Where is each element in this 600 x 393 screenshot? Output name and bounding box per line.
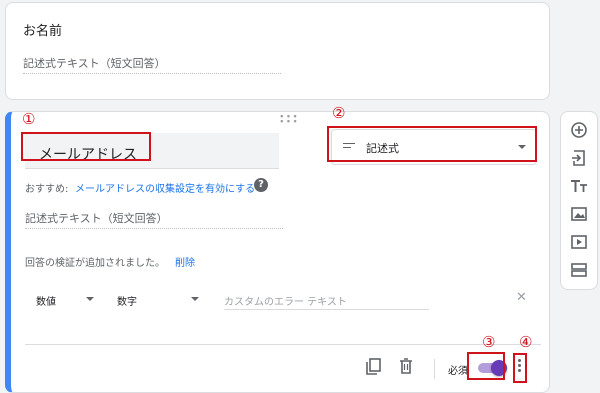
question-title[interactable]: お名前 [23,20,62,39]
enable-email-collection-link[interactable]: メールアドレスの収集設定を有効にする [75,180,255,195]
footer-divider [25,344,541,345]
chevron-down-icon [86,297,94,301]
annotation-box-3 [467,352,505,380]
short-answer-placeholder: 記述式テキスト（短文回答） [25,212,168,225]
duplicate-icon[interactable] [366,358,382,376]
annotation-number-1: ① [22,110,36,128]
add-video-icon[interactable] [570,233,588,251]
validation-added-message: 回答の検証が追加されました。 [25,258,165,269]
validation-condition-select[interactable]: 数字 [117,293,137,308]
add-image-icon[interactable] [570,205,588,223]
annotation-box-2 [327,126,537,162]
annotation-number-3: ③ [482,333,496,351]
trash-icon[interactable] [399,358,413,374]
email-question-card[interactable]: ∙∙∙ ∙∙∙ メールアドレス ① 記述式 ② おすすめ: メールアドレスの収集設… [5,106,550,393]
annotation-box-1 [21,132,151,161]
add-title-icon[interactable] [570,177,588,195]
annotation-number-2: ② [332,104,346,122]
drag-handle-icon[interactable]: ∙∙∙ ∙∙∙ [279,113,299,127]
add-section-icon[interactable] [570,261,588,279]
short-answer-placeholder: 記述式テキスト（短文回答） [23,57,166,70]
name-question-card[interactable]: お名前 記述式テキスト（短文回答） [5,2,550,100]
answer-underline [23,73,281,74]
side-toolbar [560,111,598,290]
import-questions-icon[interactable] [570,149,588,167]
delete-validation-link[interactable]: 削除 [175,254,195,269]
annotation-number-4: ④ [519,333,533,351]
suggestion-prefix: おすすめ: [25,184,69,195]
validation-type-select[interactable]: 数値 [36,293,56,308]
required-label: 必須 [448,366,468,377]
annotation-box-4 [513,353,527,383]
chevron-down-icon [191,297,199,301]
error-input-underline [224,309,429,310]
add-question-icon[interactable] [570,121,588,139]
footer-separator [434,359,435,379]
help-icon[interactable]: ? [254,178,268,192]
custom-error-text-input[interactable]: カスタムのエラー テキスト [224,293,347,308]
answer-underline [25,228,283,229]
close-icon[interactable]: ✕ [516,290,527,305]
